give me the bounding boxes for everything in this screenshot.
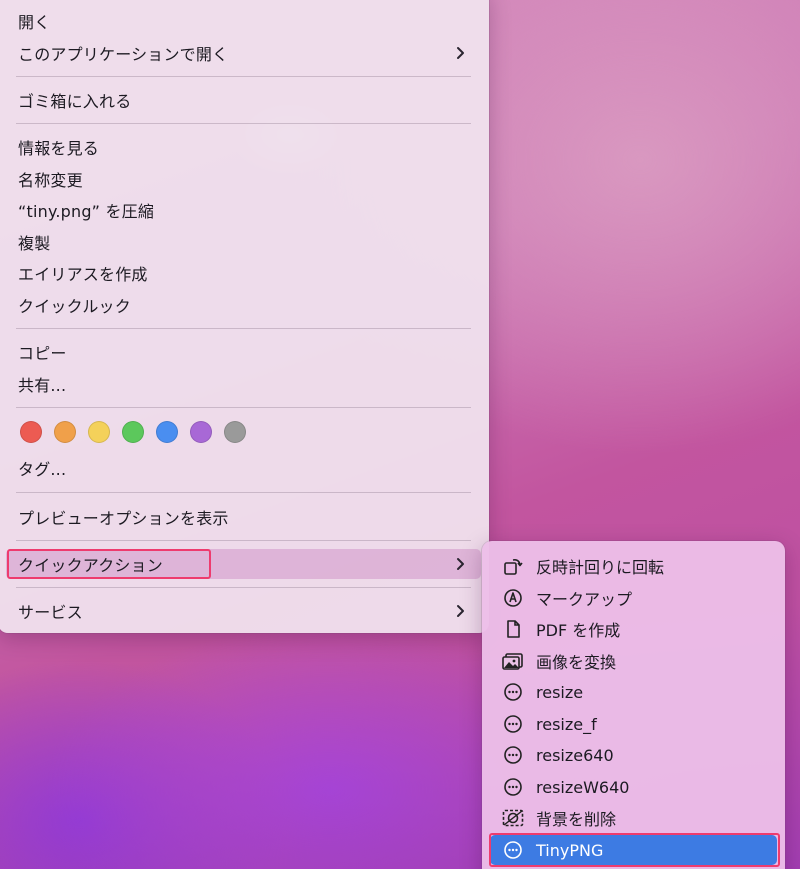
rotate-left-icon (502, 555, 524, 577)
submenu-item-resize-f[interactable]: resize_f (490, 709, 777, 739)
menu-item-label: コピー (18, 344, 67, 363)
menu-item-label: 複製 (18, 234, 51, 253)
menu-item-services[interactable]: サービス (6, 596, 481, 626)
menu-item-open[interactable]: 開く (6, 6, 481, 36)
chevron-right-icon (457, 558, 464, 570)
menu-item-label: 開く (18, 13, 51, 32)
tag-color-row (20, 421, 246, 443)
menu-item-move-to-trash[interactable]: ゴミ箱に入れる (6, 85, 481, 115)
menu-item-label: “tiny.png” を圧縮 (18, 202, 155, 221)
ellipsis-circle-icon (502, 681, 524, 703)
menu-item-label: 共有... (18, 376, 67, 395)
submenu-item-label: マークアップ (536, 590, 633, 609)
submenu-item-remove-background[interactable]: 背景を削除 (490, 803, 777, 833)
menu-item-make-alias[interactable]: エイリアスを作成 (6, 258, 481, 288)
submenu-item-label: resizeW640 (536, 777, 630, 797)
submenu-item-label: PDF を作成 (536, 621, 621, 640)
ellipsis-circle-icon (502, 776, 524, 798)
menu-item-get-info[interactable]: 情報を見る (6, 132, 481, 162)
submenu-item-create-pdf[interactable]: PDF を作成 (490, 614, 777, 644)
chevron-right-icon (457, 605, 464, 617)
submenu-item-label: resize640 (536, 745, 614, 765)
menu-item-label: プレビューオプションを表示 (18, 509, 229, 528)
chevron-right-icon (457, 47, 464, 59)
menu-item-show-preview-options[interactable]: プレビューオプションを表示 (6, 502, 481, 532)
menu-item-label: エイリアスを作成 (18, 265, 148, 284)
submenu-item-resize[interactable]: resize (490, 677, 777, 707)
tag-gray-button[interactable] (224, 421, 246, 443)
menu-item-label: 情報を見る (18, 139, 100, 158)
tag-blue-button[interactable] (156, 421, 178, 443)
tag-yellow-button[interactable] (88, 421, 110, 443)
menu-item-quick-look[interactable]: クイックルック (6, 290, 481, 320)
photos-icon (502, 650, 524, 672)
quick-actions-submenu: 反時計回りに回転 マークアップ PDF を作成 画像を変換 resize res… (482, 541, 785, 869)
menu-separator (16, 540, 471, 541)
submenu-item-resizew640[interactable]: resizeW640 (490, 772, 777, 802)
menu-separator (16, 492, 471, 493)
annotation-highlight-frame (489, 833, 780, 867)
submenu-item-resize640[interactable]: resize640 (490, 740, 777, 770)
menu-item-copy[interactable]: コピー (6, 337, 481, 367)
menu-item-label: タグ... (18, 460, 67, 479)
context-menu: 開く このアプリケーションで開く ゴミ箱に入れる 情報を見る 名称変更 “tin… (0, 0, 489, 633)
submenu-item-label: resize (536, 682, 584, 702)
menu-item-label: 名称変更 (18, 171, 83, 190)
submenu-item-label: 画像を変換 (536, 653, 617, 672)
menu-item-label: このアプリケーションで開く (18, 45, 229, 64)
document-icon (502, 618, 524, 640)
menu-separator (16, 123, 471, 124)
submenu-item-convert-image[interactable]: 画像を変換 (490, 646, 777, 676)
submenu-item-markup[interactable]: マークアップ (490, 583, 777, 613)
menu-item-label: サービス (18, 603, 83, 622)
menu-separator (16, 407, 471, 408)
remove-background-icon (502, 807, 524, 829)
ellipsis-circle-icon (502, 713, 524, 735)
submenu-item-label: 背景を削除 (536, 810, 617, 829)
menu-item-duplicate[interactable]: 複製 (6, 227, 481, 257)
menu-item-label: ゴミ箱に入れる (18, 92, 132, 111)
tag-red-button[interactable] (20, 421, 42, 443)
ellipsis-circle-icon (502, 744, 524, 766)
menu-item-tags[interactable]: タグ... (6, 453, 481, 483)
menu-item-compress[interactable]: “tiny.png” を圧縮 (6, 195, 481, 225)
menu-separator (16, 587, 471, 588)
tag-purple-button[interactable] (190, 421, 212, 443)
menu-separator (16, 76, 471, 77)
submenu-item-label: 反時計回りに回転 (536, 558, 665, 577)
menu-item-share[interactable]: 共有... (6, 369, 481, 399)
menu-item-label: クイックルック (18, 297, 131, 316)
tag-orange-button[interactable] (54, 421, 76, 443)
tag-green-button[interactable] (122, 421, 144, 443)
submenu-item-label: resize_f (536, 714, 597, 734)
menu-item-open-with[interactable]: このアプリケーションで開く (6, 38, 481, 68)
markup-icon (502, 587, 524, 609)
menu-separator (16, 328, 471, 329)
annotation-highlight-frame (7, 549, 211, 579)
menu-item-rename[interactable]: 名称変更 (6, 164, 481, 194)
submenu-item-rotate-left[interactable]: 反時計回りに回転 (490, 551, 777, 581)
